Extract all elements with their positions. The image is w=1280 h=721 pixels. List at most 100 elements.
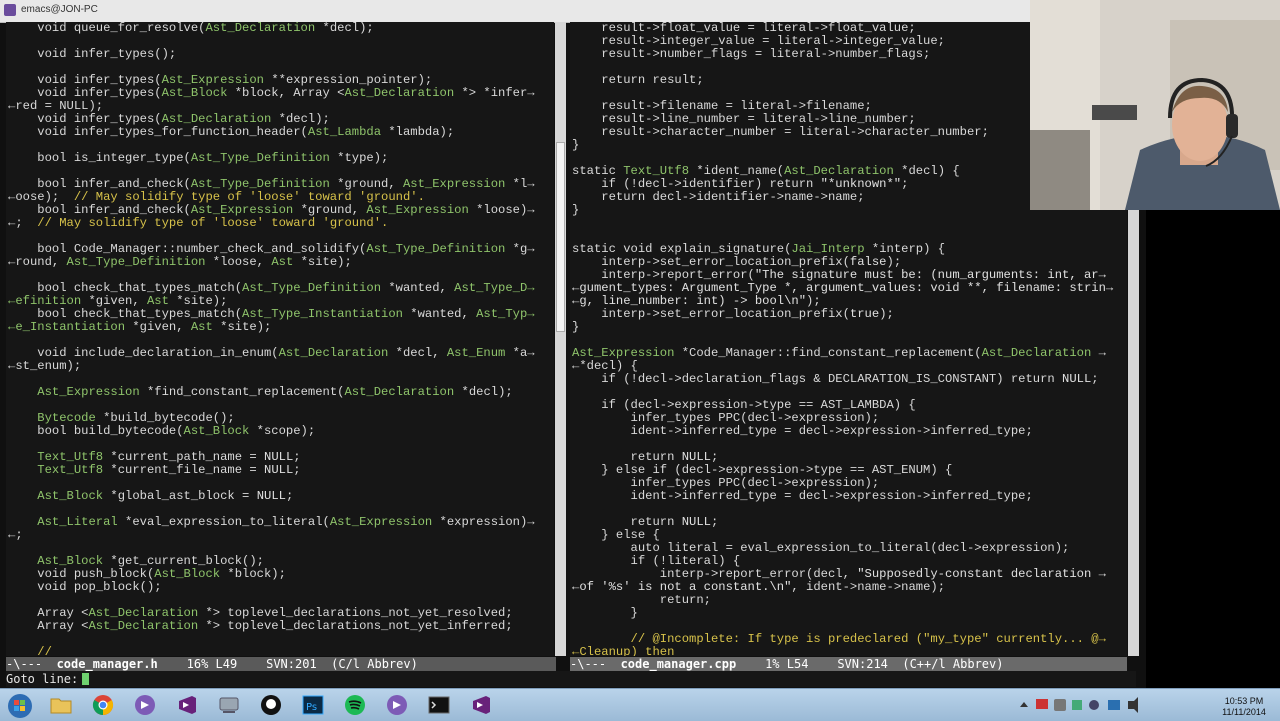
code-token: *lambda);	[381, 125, 455, 139]
code-token: void queue_for_resolve(	[8, 22, 206, 35]
code-token: ←oose);	[8, 190, 74, 204]
code-token: ;	[710, 450, 719, 464]
taskbar-visual-studio[interactable]	[464, 692, 498, 718]
code-token: ident->inferred_type = decl->expression-…	[572, 489, 1033, 503]
code-type: Bytecode	[37, 411, 96, 425]
code-line: if (!literal) {	[572, 554, 741, 568]
code-token: NULL	[256, 489, 286, 503]
code-line: result->character_number = literal->char…	[572, 125, 989, 139]
code-comment: ←Cleanup) then	[572, 645, 675, 657]
taskbar-terminal[interactable]	[422, 692, 456, 718]
clock-date: 11/11/2014	[1222, 707, 1266, 717]
taskbar-visual-studio[interactable]	[170, 692, 204, 718]
code-token: );	[886, 255, 902, 269]
code-line: void include_declaration_in_enum(Ast_Dec…	[8, 346, 534, 360]
code-line: ←Cleanup) then	[572, 645, 675, 657]
code-line: result->line_number = literal->line_numb…	[572, 112, 916, 126]
visual-studio-icon	[179, 696, 196, 714]
code-token: ←;	[8, 216, 38, 230]
code-type: Ast_Expression	[366, 203, 469, 217]
github-icon	[261, 695, 281, 715]
code-type: Ast_Block	[37, 554, 104, 568]
code-buffer-left[interactable]: void queue_for_resolve( Ast_Declaration *…	[6, 22, 554, 656]
taskbar-visual-studio[interactable]	[128, 692, 162, 718]
tray-icons[interactable]	[1016, 693, 1196, 717]
scrollbar-thumb-left[interactable]	[556, 142, 565, 332]
code-line: ←oose); // May solidify type of 'loose' …	[8, 190, 425, 204]
code-token: *type);	[329, 151, 389, 165]
code-token: **expression_pointer);	[264, 73, 433, 87]
code-line: interp->report_error("The signature must…	[572, 268, 1106, 282]
taskbar-spotify[interactable]	[338, 692, 372, 718]
code-token: void pop_block();	[8, 580, 162, 594]
code-line: }	[572, 138, 579, 152]
code-type: Ast_Declaration	[88, 606, 199, 620]
code-line: bool infer_and_check(Ast_Expression *gro…	[8, 203, 534, 217]
code-token: result->integer_value = literal->integer…	[572, 34, 945, 48]
code-line: } else if (decl->expression->type == AST…	[572, 463, 952, 477]
code-token: *decl) {	[893, 164, 960, 178]
scrollbar-left[interactable]	[555, 22, 566, 656]
code-token: *scope);	[249, 424, 316, 438]
code-token: *find_constant_replacement(	[139, 385, 345, 399]
code-token: return result;	[572, 73, 704, 87]
code-token: *block, Array <	[227, 86, 345, 100]
modeline-right: -\--- code_manager.cpp 1% L54 SVN:214 (C…	[570, 657, 1127, 671]
code-type: Jai_Interp	[791, 242, 865, 256]
text-cursor	[82, 673, 90, 685]
code-token: NULL	[264, 450, 294, 464]
webcam-overlay	[1030, 0, 1280, 210]
code-token: "The signature must be: (num_arguments: …	[754, 268, 1106, 282]
code-line: if (!decl->identifier) return "*unknown*…	[572, 177, 908, 191]
taskbar-explorer[interactable]	[44, 692, 78, 718]
taskbar-clock[interactable]: 10:53 PM 11/11/2014	[1216, 696, 1272, 718]
code-token: "Supposedly-constant declaration →	[857, 567, 1106, 581]
code-type: Ast_Declaration	[981, 346, 1092, 360]
webcam-person-image	[1030, 0, 1280, 210]
code-token: *loose,	[205, 255, 272, 269]
code-token: bool Code_Manager::number_check_and_soli…	[8, 242, 367, 256]
code-token: return decl->identifier->name->name;	[572, 190, 865, 204]
taskbar-network[interactable]	[212, 692, 246, 718]
code-token: *decl);	[315, 22, 374, 35]
code-token: infer_types PPC(decl->expression);	[572, 411, 880, 425]
modeline-left: -\--- code_manager.h 16% L49 SVN:201 (C/…	[6, 657, 556, 671]
code-type: Ast_Type_Definition	[190, 177, 330, 191]
taskbar-photoshop[interactable]: Ps	[296, 692, 330, 718]
code-token: bool check_that_types_match(	[8, 307, 243, 321]
code-line: ←efinition *given, Ast *site);	[8, 294, 227, 308]
code-token: }	[572, 203, 580, 217]
start-orb-button[interactable]	[2, 692, 36, 718]
code-type: Ast_Lambda	[307, 125, 382, 139]
taskbar-visual-studio[interactable]	[380, 692, 414, 718]
code-token: *build_bytecode();	[95, 411, 235, 425]
code-line: bool check_that_types_match(Ast_Type_Def…	[8, 281, 534, 295]
code-line: static void explain_signature(Jai_Interp…	[572, 242, 945, 256]
code-line: bool infer_and_check(Ast_Type_Definition…	[8, 177, 534, 191]
code-line: result->integer_value = literal->integer…	[572, 34, 945, 48]
code-token: *interp) {	[864, 242, 946, 256]
code-token: *given,	[125, 320, 191, 334]
code-token: *current_file_name =	[103, 463, 264, 477]
code-type: Ast	[190, 320, 213, 334]
network-icon	[219, 697, 239, 713]
code-line: }	[572, 606, 638, 620]
editor-pane-left[interactable]: void queue_for_resolve( Ast_Declaration *…	[6, 22, 554, 656]
code-token: ←g, line_number: int) -> bool\n"	[572, 294, 807, 308]
code-type: Ast_Block	[154, 567, 221, 581]
code-line: result->filename = literal->filename;	[572, 99, 872, 113]
code-line: ←of '%s' is not a constant.\n", ident->n…	[572, 580, 945, 594]
modeline-left-status: 16% L49 SVN:201 (C/l Abbrev)	[157, 657, 418, 671]
code-token: *site);	[212, 320, 272, 334]
taskbar-github[interactable]	[254, 692, 288, 718]
code-token: infer_types PPC(decl->expression);	[572, 476, 880, 490]
taskbar-chrome[interactable]	[86, 692, 120, 718]
code-type: Ast_Expression	[572, 346, 675, 360]
side-black-panel	[1146, 210, 1280, 690]
code-token: void infer_types(	[8, 112, 162, 126]
code-type: Ast_Type_Definition	[366, 242, 506, 256]
minibuffer[interactable]: Goto line:	[6, 671, 1136, 687]
code-token: *decl,	[388, 346, 447, 360]
